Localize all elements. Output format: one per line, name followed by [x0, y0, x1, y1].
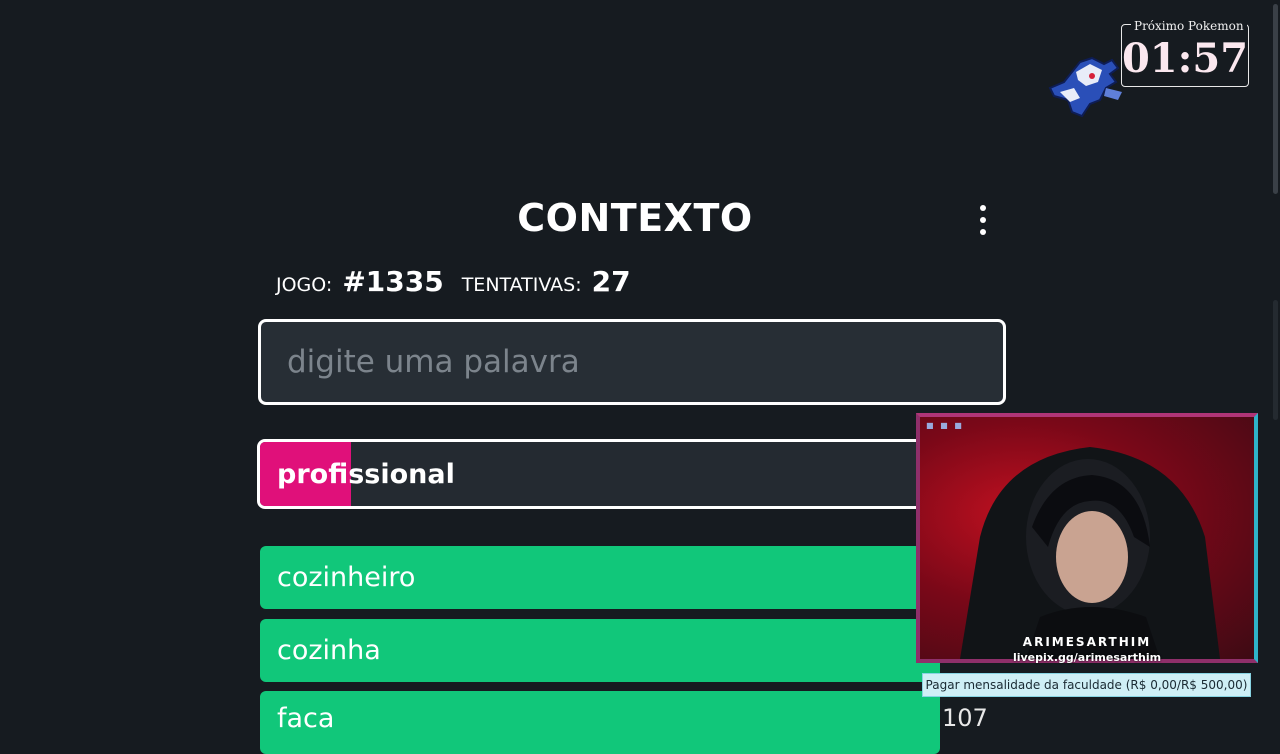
current-guess-row: profissional — [257, 439, 947, 509]
countdown-timer: 01:57 — [1121, 35, 1249, 82]
guess-word: cozinha — [277, 635, 381, 666]
game-label: JOGO: — [276, 274, 333, 296]
attempts-label: TENTATIVAS: — [461, 274, 582, 296]
game-number: #1335 — [342, 265, 444, 298]
game-info: JOGO: #1335 TENTATIVAS: 27 — [276, 265, 649, 298]
streamer-name: ARIMESARTHIM — [1022, 635, 1152, 649]
guess-input[interactable] — [258, 319, 1006, 405]
vertical-ellipsis-icon — [980, 229, 986, 235]
page-scrollbar[interactable] — [1271, 0, 1280, 720]
guess-row: cozinha — [260, 619, 940, 682]
menu-button[interactable] — [972, 203, 994, 237]
frame-decoration: ■ ■ ■ — [926, 421, 964, 430]
donation-goal-bar: Pagar mensalidade da faculdade (R$ 0,00/… — [922, 673, 1251, 697]
webcam-frame — [916, 413, 1258, 663]
vertical-ellipsis-icon — [980, 217, 986, 223]
scrollbar-track-segment — [1273, 300, 1278, 420]
attempts-count: 27 — [591, 265, 631, 298]
next-pokemon-label: Próximo Pokemon — [1131, 19, 1247, 33]
scrollbar-thumb[interactable] — [1273, 4, 1278, 194]
guess-word: faca — [277, 703, 335, 734]
vertical-ellipsis-icon — [980, 205, 986, 211]
page-title: CONTEXTO — [517, 196, 753, 240]
pokemon-sprite-icon — [1048, 56, 1122, 118]
webcam-overlay: ■ ■ ■ ARIMESARTHIM livepix.gg/arimesarth… — [916, 413, 1258, 664]
guess-row: faca — [260, 691, 940, 754]
donation-goal-text: Pagar mensalidade da faculdade (R$ 0,00/… — [925, 678, 1248, 692]
current-guess-word: profissional — [277, 458, 455, 490]
guess-row: cozinheiro — [260, 546, 940, 609]
guess-rank: 107 — [942, 704, 988, 732]
guess-word: cozinheiro — [277, 562, 416, 593]
livepix-link: livepix.gg/arimesarthim — [1012, 651, 1162, 664]
